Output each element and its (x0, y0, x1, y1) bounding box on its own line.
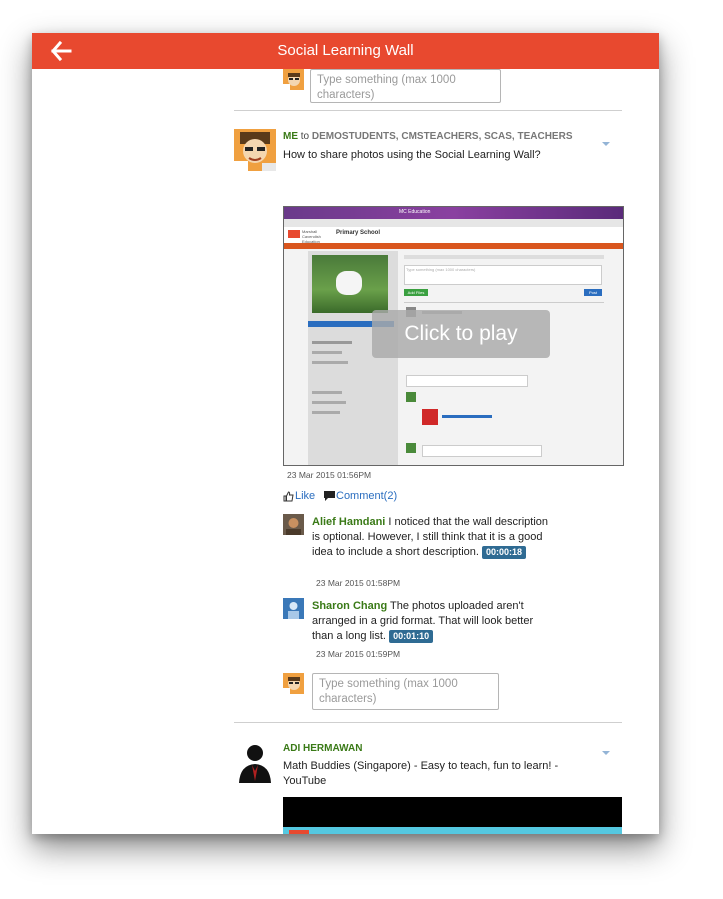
site-nav (284, 243, 623, 249)
post-text: Math Buddies (Singapore) - Easy to teach… (283, 760, 559, 787)
browser-tab-title: MC Education (399, 209, 431, 215)
video-thumbnail[interactable]: MC Education Marshall Cavendish Educatio… (283, 206, 624, 466)
page-title: Social Learning Wall (277, 42, 414, 59)
comment-icon[interactable] (324, 491, 335, 501)
to-label: to (300, 131, 310, 142)
wall-feed[interactable]: Type something (max 1000 characters) ME … (32, 69, 659, 834)
post-header: ADI HERMAWAN (283, 743, 362, 754)
inner-composer: Type something (max 1000 characters) (404, 265, 602, 285)
comment-button[interactable]: Comment(2) (336, 490, 397, 502)
inner-post-button: Post (584, 289, 602, 296)
divider (234, 722, 622, 723)
comment-author[interactable]: Alief Hamdani (312, 516, 385, 528)
header-bar: Social Learning Wall (32, 33, 659, 69)
browser-address-bar (284, 219, 623, 227)
thumbs-up-icon[interactable] (283, 491, 294, 502)
youtube-thumbnail[interactable] (283, 797, 622, 834)
app-window: Social Learning Wall Type something (max… (32, 33, 659, 834)
commenter-avatar (283, 598, 304, 619)
post-composer-input[interactable]: Type something (max 1000 characters) (310, 69, 501, 103)
post-timestamp: 23 Mar 2015 01:56PM (287, 470, 372, 480)
author-avatar (234, 129, 276, 171)
like-button[interactable]: Like (295, 490, 315, 502)
post-toolbar (404, 255, 604, 259)
divider (234, 110, 622, 111)
comment-body: Alief Hamdani I noticed that the wall de… (312, 515, 557, 560)
comment-composer-input[interactable]: Type something (max 1000 characters) (312, 673, 499, 710)
click-to-play-overlay[interactable]: Click to play (372, 310, 550, 358)
site-sidebar (308, 251, 398, 465)
chevron-down-icon[interactable] (602, 751, 610, 755)
school-name: Primary School (336, 230, 381, 236)
silhouette-avatar (234, 741, 276, 783)
brand-logo (288, 230, 300, 238)
post-author[interactable]: ADI HERMAWAN (283, 743, 362, 754)
chevron-down-icon[interactable] (602, 142, 610, 146)
cartoon-avatar-icon (283, 673, 304, 694)
cartoon-avatar-icon (283, 69, 304, 90)
comment-body: Sharon Chang The photos uploaded aren't … (312, 599, 552, 644)
browser-tabs: MC Education (284, 207, 623, 219)
inner-add-files: Add Files (404, 289, 428, 296)
commenter-avatar (283, 514, 304, 535)
dog-photo (312, 255, 388, 313)
comment-timestamp: 23 Mar 2015 01:59PM (316, 649, 401, 659)
comment-timestamp: 23 Mar 2015 01:58PM (316, 578, 401, 588)
duration-badge[interactable]: 00:01:10 (389, 630, 434, 643)
video-frame (283, 827, 622, 834)
post-header: ME to DEMOSTUDENTS, CMSTEACHERS, SCAS, T… (283, 131, 613, 142)
post-author[interactable]: ME (283, 131, 298, 142)
brand-name: Marshall Cavendish Education (302, 229, 321, 244)
site-header: Marshall Cavendish Education Primary Sch… (284, 227, 623, 244)
brand-logo (289, 830, 309, 834)
duration-badge[interactable]: 00:00:18 (482, 546, 527, 559)
comment-author[interactable]: Sharon Chang (312, 600, 387, 612)
post-audience: DEMOSTUDENTS, CMSTEACHERS, SCAS, TEACHER… (311, 131, 573, 142)
post-text: How to share photos using the Social Lea… (283, 149, 541, 161)
